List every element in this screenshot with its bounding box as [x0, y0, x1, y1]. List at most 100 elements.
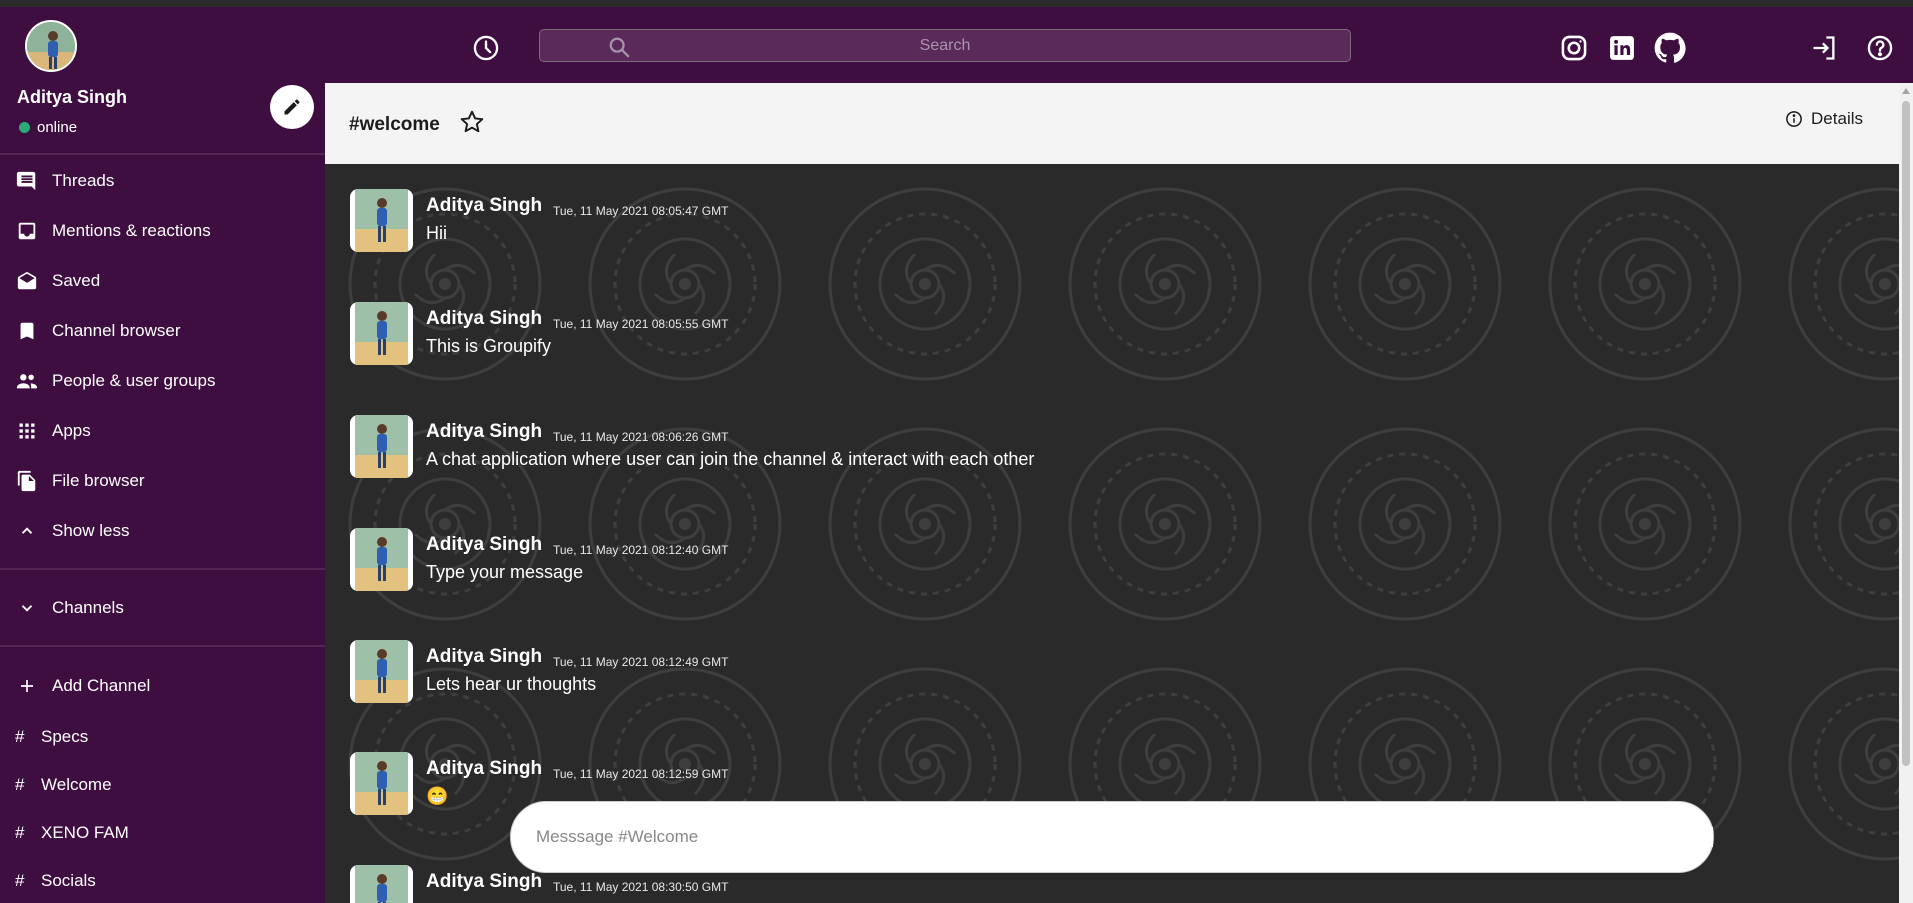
sidebar-item-label: Saved — [52, 271, 101, 290]
details-label: Details — [1811, 109, 1863, 128]
scrollbar[interactable] — [1899, 83, 1913, 903]
edit-button[interactable] — [270, 85, 314, 129]
sidebar-item-channel-specs[interactable]: # Specs — [15, 727, 88, 747]
message-text: A chat application where user can join t… — [426, 449, 1035, 469]
apps-grid-icon — [16, 420, 38, 442]
sidebar-item-show-less[interactable]: Show less — [16, 516, 129, 546]
online-dot-icon — [19, 122, 30, 133]
sidebar-item-label: Mentions & reactions — [52, 221, 211, 240]
top-bar — [0, 7, 1913, 83]
message-avatar[interactable] — [350, 415, 413, 478]
drafts-icon — [16, 270, 38, 292]
message-timestamp: Tue, 11 May 2021 08:12:59 GMT — [553, 767, 729, 781]
message-avatar[interactable] — [350, 640, 413, 703]
message-text: This is Groupify — [426, 336, 552, 356]
scroll-up-arrow-icon[interactable] — [1902, 88, 1910, 94]
message-avatar[interactable] — [350, 528, 413, 591]
message-author[interactable]: Aditya Singh — [426, 534, 542, 556]
message-timestamp: Tue, 11 May 2021 08:05:47 GMT — [553, 204, 729, 218]
background-pattern — [325, 164, 1899, 903]
scrollbar-thumb[interactable] — [1902, 101, 1910, 766]
sidebar-item-label: File browser — [52, 471, 145, 490]
people-icon — [16, 370, 38, 392]
sidebar-item-file-browser[interactable]: File browser — [16, 466, 145, 496]
divider — [0, 568, 325, 570]
chevron-up-icon — [16, 520, 38, 542]
message-author[interactable]: Aditya Singh — [426, 871, 542, 893]
sidebar-item-people[interactable]: People & user groups — [16, 366, 216, 396]
divider — [0, 153, 325, 155]
search-icon — [608, 36, 630, 63]
star-icon[interactable] — [459, 109, 485, 140]
channels-label: Channels — [52, 598, 124, 617]
message-avatar[interactable] — [350, 752, 413, 815]
details-button[interactable]: Details — [1785, 109, 1863, 129]
message-author[interactable]: Aditya Singh — [426, 421, 542, 443]
search-input[interactable] — [540, 30, 1350, 61]
search-bar[interactable] — [539, 29, 1351, 62]
add-channel-button[interactable]: Add Channel — [16, 671, 150, 701]
sidebar-item-channel-browser[interactable]: Channel browser — [16, 316, 181, 346]
channel-name: Welcome — [41, 775, 112, 794]
file-copy-icon — [16, 470, 38, 492]
sidebar-item-label: Show less — [52, 521, 130, 540]
message-composer[interactable] — [510, 801, 1714, 873]
sidebar: Aditya Singh online Threads Mentions & r… — [0, 83, 325, 903]
add-channel-label: Add Channel — [52, 676, 151, 695]
sidebar-item-channel-socials[interactable]: # Socials — [15, 871, 96, 891]
message-timestamp: Tue, 11 May 2021 08:30:50 GMT — [553, 880, 729, 894]
sidebar-item-label: Channel browser — [52, 321, 181, 340]
user-name: Aditya Singh — [17, 87, 128, 107]
channels-toggle[interactable]: Channels — [16, 593, 124, 623]
message-author[interactable]: Aditya Singh — [426, 646, 542, 668]
bookmark-icon — [16, 320, 38, 342]
github-icon[interactable] — [1653, 31, 1687, 65]
sidebar-item-saved[interactable]: Saved — [16, 266, 100, 296]
sidebar-item-channel-welcome[interactable]: # Welcome — [15, 775, 112, 795]
divider — [0, 645, 325, 647]
hash-icon: # — [15, 775, 25, 794]
logout-icon[interactable] — [1808, 32, 1840, 64]
message-avatar[interactable] — [350, 302, 413, 365]
sidebar-item-apps[interactable]: Apps — [16, 416, 91, 446]
message-author[interactable]: Aditya Singh — [426, 195, 542, 217]
history-icon[interactable] — [470, 32, 502, 64]
channel-name: XENO FAM — [41, 823, 129, 842]
sidebar-item-mentions[interactable]: Mentions & reactions — [16, 216, 211, 246]
message-avatar[interactable] — [350, 189, 413, 252]
message-list: Aditya Singh Tue, 11 May 2021 08:05:47 G… — [325, 164, 1899, 903]
message-input[interactable] — [536, 827, 1713, 847]
sidebar-item-channel-xeno-fam[interactable]: # XENO FAM — [15, 823, 129, 843]
linkedin-icon[interactable] — [1606, 32, 1638, 64]
window-top-strip — [0, 0, 1913, 7]
message-avatar[interactable] — [350, 865, 413, 903]
channel-name: Socials — [41, 871, 96, 890]
message-author[interactable]: Aditya Singh — [426, 308, 542, 330]
plus-icon — [16, 675, 38, 697]
message-text: Lets hear ur thoughts — [426, 674, 597, 694]
instagram-icon[interactable] — [1558, 32, 1590, 64]
user-avatar[interactable] — [25, 20, 77, 72]
message-timestamp: Tue, 11 May 2021 08:12:40 GMT — [553, 543, 729, 557]
channel-title: #welcome — [349, 114, 440, 135]
threads-icon — [16, 170, 38, 192]
message-text: 😁 — [426, 786, 449, 806]
message-timestamp: Tue, 11 May 2021 08:05:55 GMT — [553, 317, 729, 331]
status-label: online — [37, 119, 78, 136]
help-icon[interactable] — [1864, 32, 1896, 64]
message-timestamp: Tue, 11 May 2021 08:12:49 GMT — [553, 655, 729, 669]
sidebar-item-threads[interactable]: Threads — [16, 166, 114, 196]
message-timestamp: Tue, 11 May 2021 08:06:26 GMT — [553, 430, 729, 444]
chevron-down-icon — [16, 597, 38, 619]
hash-icon: # — [15, 871, 25, 890]
sidebar-item-label: People & user groups — [52, 371, 216, 390]
inbox-icon — [16, 220, 38, 242]
sidebar-item-label: Threads — [52, 171, 115, 190]
channel-name: Specs — [41, 727, 89, 746]
message-text: Type your message — [426, 562, 584, 582]
hash-icon: # — [15, 727, 25, 746]
message-text: Hii — [426, 223, 447, 243]
message-author[interactable]: Aditya Singh — [426, 758, 542, 780]
info-icon — [1786, 111, 1802, 127]
user-status: online — [19, 119, 77, 136]
